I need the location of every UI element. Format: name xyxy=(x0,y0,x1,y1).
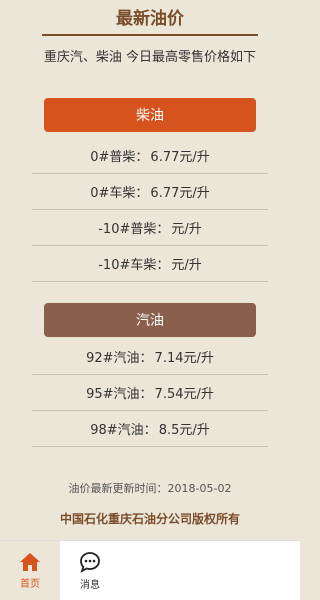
chat-icon xyxy=(79,551,101,573)
price-row: 0#车柴： 6.77元/升 xyxy=(32,174,268,210)
fuel-price: 6.77元/升 xyxy=(150,186,210,201)
fuel-label: 0#普柴： xyxy=(90,150,149,165)
fuel-price: 7.54元/升 xyxy=(154,387,214,402)
title-divider xyxy=(42,34,258,36)
price-row: -10#普柴： 元/升 xyxy=(32,210,268,246)
price-row: 98#汽油： 8.5元/升 xyxy=(32,411,268,447)
fuel-price: 元/升 xyxy=(171,258,202,273)
home-icon xyxy=(19,552,41,572)
tab-messages-label: 消息 xyxy=(80,580,100,591)
price-row: 0#普柴： 6.77元/升 xyxy=(32,138,268,174)
fuel-price: 8.5元/升 xyxy=(158,423,210,438)
price-row: 95#汽油： 7.54元/升 xyxy=(32,375,268,411)
bottom-tab-bar: 首页 消息 xyxy=(0,540,300,600)
fuel-label: -10#车柴： xyxy=(98,258,170,273)
fuel-price: 元/升 xyxy=(171,222,202,237)
price-row: 92#汽油： 7.14元/升 xyxy=(32,339,268,375)
fuel-label: 95#汽油： xyxy=(86,387,153,402)
copyright-text: 中国石化重庆石油分公司版权所有 xyxy=(59,512,240,526)
fuel-price: 7.14元/升 xyxy=(154,351,214,366)
fuel-label: 92#汽油： xyxy=(86,351,153,366)
update-time: 油价最新更新时间：2018-05-02 xyxy=(68,482,232,495)
fuel-label: 98#汽油： xyxy=(90,423,157,438)
tab-home-label: 首页 xyxy=(20,579,40,590)
fuel-label: 0#车柴： xyxy=(90,186,149,201)
fuel-label: -10#普柴： xyxy=(98,222,170,237)
page-subtitle: 重庆汽、柴油 今日最高零售价格如下 xyxy=(43,50,257,65)
oil-price-page: 最新油价 重庆汽、柴油 今日最高零售价格如下 柴油 0#普柴： 6.77元/升 … xyxy=(0,0,300,540)
page-title: 最新油价 xyxy=(116,9,184,29)
price-row: -10#车柴： 元/升 xyxy=(32,246,268,282)
tab-home[interactable]: 首页 xyxy=(0,541,60,600)
diesel-section-header: 柴油 xyxy=(44,98,256,132)
gasoline-section-header: 汽油 xyxy=(44,303,256,337)
fuel-price: 6.77元/升 xyxy=(150,150,210,165)
tab-messages[interactable]: 消息 xyxy=(60,541,120,600)
